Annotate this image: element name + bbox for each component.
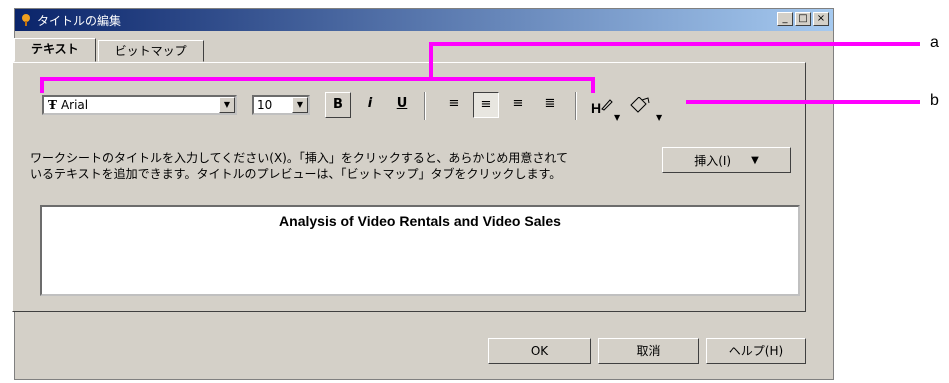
chevron-down-icon: ▼ <box>751 154 759 166</box>
align-center-button[interactable]: ≡ <box>473 92 499 118</box>
callout-a-label: a <box>930 34 939 51</box>
svg-text:H: H <box>591 100 601 116</box>
align-left-button[interactable]: ≡ <box>441 92 467 118</box>
toolbar-separator <box>575 92 577 120</box>
font-select[interactable]: Ŧ Arial ▼ <box>42 95 237 115</box>
align-right-button[interactable]: ≡ <box>505 92 531 118</box>
underline-button[interactable]: U <box>389 92 415 118</box>
font-size-select[interactable]: 10 ▼ <box>252 95 310 115</box>
window-title: タイトルの編集 <box>37 13 122 28</box>
close-button[interactable]: × <box>813 12 829 26</box>
instruction-line-2: いるテキストを追加できます。タイトルのプレビューは、「ビットマップ」タブをクリッ… <box>30 167 562 181</box>
maximize-button[interactable]: □ <box>795 12 811 26</box>
callout-b-line <box>686 100 920 104</box>
italic-button[interactable]: i <box>357 92 383 118</box>
font-value: Arial <box>60 98 89 112</box>
chevron-down-icon[interactable]: ▼ <box>656 113 662 122</box>
justify-button[interactable]: ≣ <box>537 92 563 118</box>
chevron-down-icon[interactable]: ▼ <box>292 97 308 113</box>
callout-a-line <box>429 42 920 46</box>
callout-a-bracket-right <box>591 77 595 93</box>
tab-bitmap[interactable]: ビットマップ <box>97 40 204 62</box>
insert-button[interactable]: 挿入(I) ▼ <box>662 147 791 173</box>
cancel-button[interactable]: 取消 <box>598 338 699 364</box>
title-bar: タイトルの編集 <box>15 9 833 31</box>
ok-button[interactable]: OK <box>488 338 591 364</box>
app-icon <box>22 14 30 26</box>
bold-button[interactable]: B <box>325 92 351 118</box>
text-color-icon[interactable]: H <box>590 97 614 117</box>
help-button[interactable]: ヘルプ(H) <box>706 338 806 364</box>
instruction-line-1: ワークシートのタイトルを入力してください(X)。「挿入」をクリックすると、あらか… <box>30 151 569 165</box>
callout-b-label: b <box>930 92 939 109</box>
insert-label: 挿入(I) <box>694 153 732 168</box>
tab-text[interactable]: テキスト <box>14 38 96 62</box>
font-size-value: 10 <box>257 98 273 112</box>
minimize-button[interactable]: _ <box>777 12 793 26</box>
callout-a-stem <box>429 44 433 79</box>
background-color-icon[interactable] <box>628 97 652 117</box>
title-text-area[interactable]: Analysis of Video Rentals and Video Sale… <box>40 205 800 296</box>
chevron-down-icon[interactable]: ▼ <box>219 97 235 113</box>
title-text: Analysis of Video Rentals and Video Sale… <box>279 213 561 229</box>
chevron-down-icon[interactable]: ▼ <box>614 113 620 122</box>
instruction-text: ワークシートのタイトルを入力してください(X)。「挿入」をクリックすると、あらか… <box>30 150 650 182</box>
truetype-icon: Ŧ <box>48 98 57 112</box>
callout-a-bracket-top <box>40 77 595 81</box>
toolbar-separator <box>424 92 426 120</box>
